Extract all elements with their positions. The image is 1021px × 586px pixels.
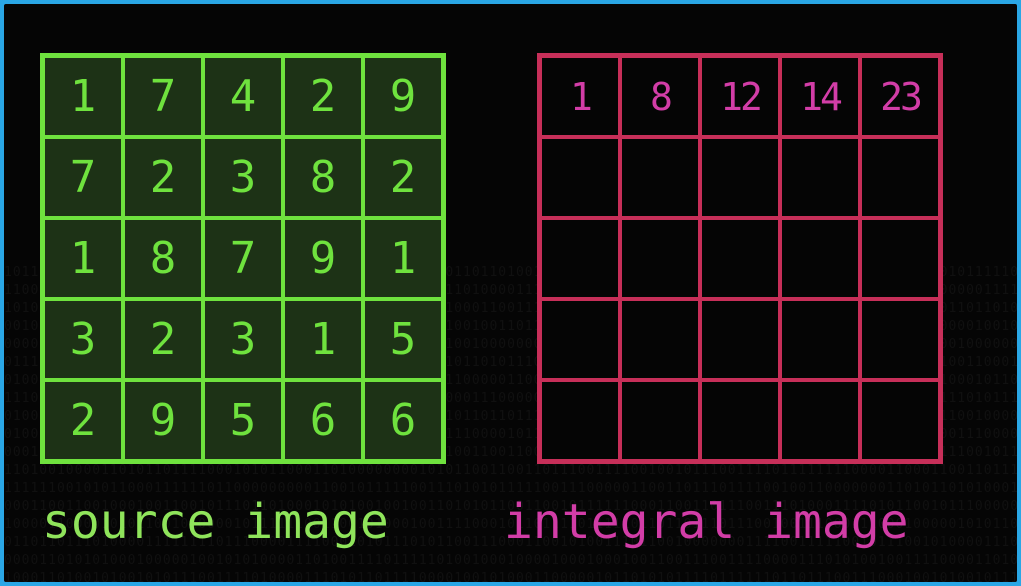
- source-cell: 6: [283, 380, 363, 461]
- source-cell: 8: [123, 218, 203, 299]
- integral-cell-empty: [620, 380, 700, 461]
- integral-cell-empty: [540, 299, 620, 380]
- integral-cell-empty: [780, 299, 860, 380]
- source-cell: 6: [363, 380, 443, 461]
- source-cell: 3: [43, 299, 123, 380]
- source-cell: 2: [123, 137, 203, 218]
- source-cell: 1: [283, 299, 363, 380]
- integral-cell-empty: [780, 137, 860, 218]
- source-image-grid: 1 7 4 2 9 7 2 3 8 2 1 8 7 9 1 3 2 3 1 5 …: [40, 53, 446, 464]
- integral-cell-empty: [540, 137, 620, 218]
- source-cell: 1: [363, 218, 443, 299]
- integral-cell-empty: [780, 218, 860, 299]
- source-cell: 7: [123, 56, 203, 137]
- source-cell: 2: [123, 299, 203, 380]
- integral-cell: 14: [780, 56, 860, 137]
- integral-cell: 12: [700, 56, 780, 137]
- integral-cell: 1: [540, 56, 620, 137]
- integral-cell-empty: [860, 218, 940, 299]
- integral-cell-empty: [860, 299, 940, 380]
- source-cell: 3: [203, 299, 283, 380]
- integral-cell-empty: [860, 137, 940, 218]
- integral-image-caption: integral image: [504, 494, 909, 550]
- source-cell: 1: [43, 218, 123, 299]
- source-cell: 2: [363, 137, 443, 218]
- source-image-caption: source image: [42, 494, 389, 550]
- integral-cell-empty: [780, 380, 860, 461]
- source-cell: 5: [363, 299, 443, 380]
- source-cell: 9: [123, 380, 203, 461]
- source-cell: 7: [43, 137, 123, 218]
- integral-cell: 8: [620, 56, 700, 137]
- integral-cell-empty: [700, 137, 780, 218]
- integral-cell-empty: [700, 218, 780, 299]
- integral-cell-empty: [860, 380, 940, 461]
- integral-image-grid: 1 8 12 14 23: [537, 53, 943, 464]
- integral-cell-empty: [540, 218, 620, 299]
- source-cell: 5: [203, 380, 283, 461]
- source-cell: 3: [203, 137, 283, 218]
- integral-cell-empty: [620, 299, 700, 380]
- source-cell: 9: [283, 218, 363, 299]
- integral-cell-empty: [700, 380, 780, 461]
- source-cell: 9: [363, 56, 443, 137]
- source-cell: 2: [283, 56, 363, 137]
- source-cell: 7: [203, 218, 283, 299]
- source-cell: 2: [43, 380, 123, 461]
- integral-cell-empty: [620, 218, 700, 299]
- source-cell: 1: [43, 56, 123, 137]
- diagram-frame: 1011111101001000011110100101001111110001…: [4, 4, 1017, 582]
- integral-cell: 23: [860, 56, 940, 137]
- integral-cell-empty: [700, 299, 780, 380]
- integral-cell-empty: [540, 380, 620, 461]
- source-cell: 4: [203, 56, 283, 137]
- integral-cell-empty: [620, 137, 700, 218]
- source-cell: 8: [283, 137, 363, 218]
